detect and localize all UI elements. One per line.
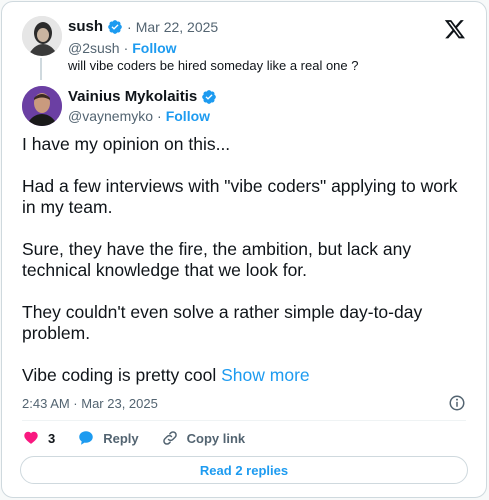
parent-author-name[interactable]: sush (68, 18, 103, 35)
verified-badge-icon (202, 89, 217, 104)
parent-avatar[interactable] (22, 16, 62, 56)
heart-icon (24, 431, 38, 444)
reply-button[interactable]: Reply (77, 429, 139, 447)
tweet-timestamp[interactable]: 2:43 AM · Mar 23, 2025 (22, 396, 158, 411)
parent-tweet-text: will vibe coders be hired someday like a… (68, 58, 359, 73)
reply-bubble-icon (79, 431, 93, 445)
main-name-row: Vainius Mykolaitis (68, 88, 217, 105)
main-tweet-text: I have my opinion on this... Had a few i… (22, 134, 472, 386)
main-follow-button[interactable]: Follow (166, 108, 210, 124)
action-bar: 3 Reply Copy link (22, 429, 267, 447)
separator-dot: · (127, 18, 132, 35)
tweet-paragraph: Sure, they have the fire, the ambition, … (22, 239, 412, 280)
verified-badge-icon (108, 19, 122, 34)
divider (22, 420, 466, 421)
show-more-link[interactable]: Show more (221, 365, 310, 385)
timestamp-row: 2:43 AM · Mar 23, 2025 (22, 394, 466, 412)
parent-tweet: sush · Mar 22, 2025 @2sush · Follow will… (22, 16, 470, 76)
parent-date[interactable]: Mar 22, 2025 (136, 19, 219, 35)
main-handle-row: @vaynemyko · Follow (68, 108, 210, 124)
read-replies-label: Read 2 replies (199, 462, 289, 478)
read-replies-button[interactable]: Read 2 replies (20, 456, 468, 484)
tweet-embed-card: sush · Mar 22, 2025 @2sush · Follow will… (1, 1, 487, 498)
copy-link-button[interactable]: Copy link (161, 429, 246, 447)
parent-name-row: sush · Mar 22, 2025 (68, 18, 218, 35)
tweet-paragraph-last: Vibe coding is pretty cool Show more (22, 365, 472, 386)
like-count: 3 (48, 430, 56, 446)
separator-dot: · (157, 108, 162, 124)
reply-label: Reply (103, 430, 139, 446)
like-button[interactable]: 3 (22, 429, 55, 447)
tweet-last-line: Vibe coding is pretty cool (22, 365, 217, 385)
separator-dot: · (123, 40, 129, 56)
main-handle[interactable]: @vaynemyko (68, 108, 153, 124)
tweet-paragraph: Had a few interviews with "vibe coders" … (22, 176, 458, 217)
parent-handle-row: @2sush · Follow (68, 40, 177, 56)
copy-link-label: Copy link (186, 430, 246, 446)
parent-follow-button[interactable]: Follow (132, 40, 176, 56)
parent-handle[interactable]: @2sush (68, 40, 120, 56)
link-icon (162, 431, 177, 445)
info-icon[interactable] (448, 394, 466, 412)
tweet-paragraph: I have my opinion on this... (22, 134, 231, 154)
tweet-paragraph: They couldn't even solve a rather simple… (22, 302, 423, 343)
main-author-name[interactable]: Vainius Mykolaitis (68, 88, 197, 105)
thread-connector-line (40, 58, 42, 80)
main-avatar[interactable] (22, 86, 62, 126)
